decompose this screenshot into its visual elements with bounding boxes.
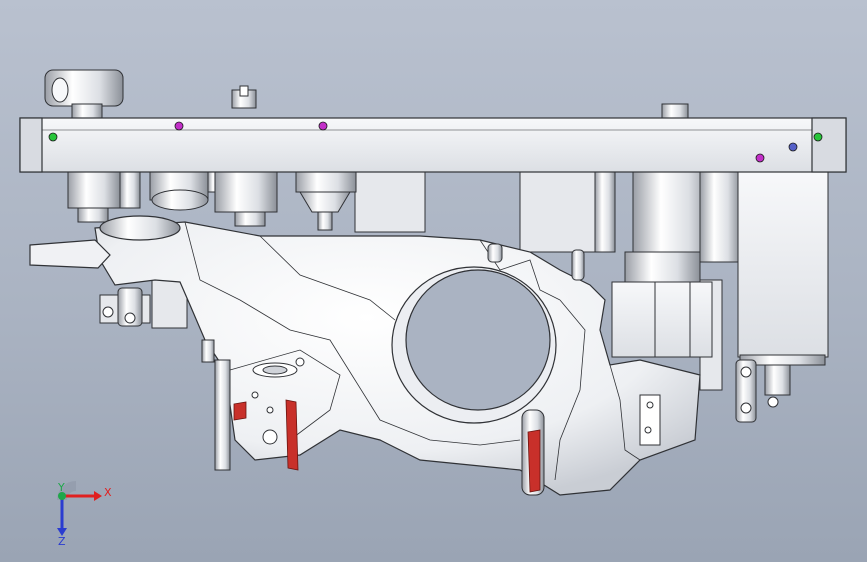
z-axis-label: Z (58, 535, 66, 548)
top-stud[interactable] (231, 85, 257, 109)
top-cylinder-left[interactable] (44, 69, 124, 119)
x-axis-label: X (104, 486, 112, 499)
bearing-bore[interactable] (391, 266, 557, 424)
x-axis-arrowhead (94, 491, 102, 501)
knuckle-part[interactable] (29, 215, 701, 496)
cad-model-fixture-assembly[interactable] (0, 0, 867, 562)
y-axis-label: Y (58, 481, 65, 494)
top-mounting-plate[interactable] (19, 117, 847, 173)
coordinate-triad: X Y Z (44, 478, 114, 548)
graphics-viewport[interactable]: X Y Z (0, 0, 867, 562)
